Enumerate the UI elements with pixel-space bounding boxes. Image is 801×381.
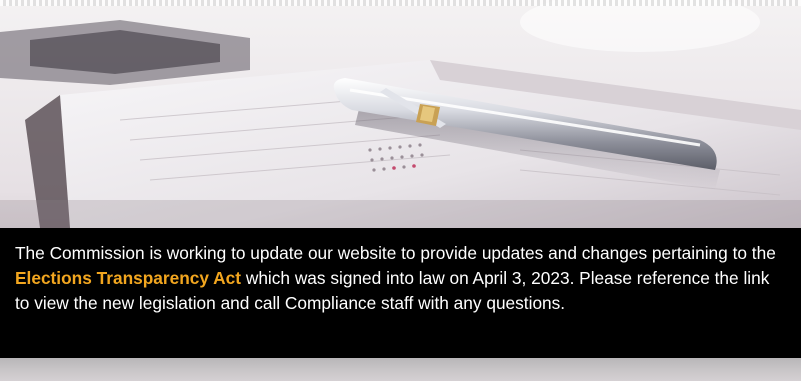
- caption-text-before-link: The Commission is working to update our …: [15, 243, 776, 263]
- elections-transparency-act-link[interactable]: Elections Transparency Act: [15, 268, 241, 288]
- announcement-caption: The Commission is working to update our …: [0, 228, 801, 358]
- hero-banner: The Commission is working to update our …: [0, 0, 801, 381]
- bottom-photo-strip: [0, 358, 801, 381]
- top-decorative-stripe: [0, 0, 801, 6]
